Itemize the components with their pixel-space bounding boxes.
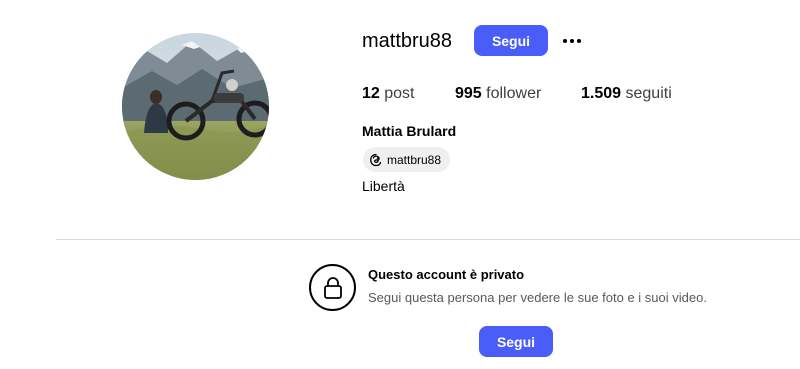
posts-label: post — [384, 85, 415, 102]
follow-button-private[interactable]: Segui — [479, 326, 553, 357]
profile-avatar[interactable] — [122, 33, 269, 180]
more-dot — [577, 39, 581, 43]
profile-page: mattbru88 Segui 12 post 995 follower 1.5… — [0, 0, 800, 369]
profile-full-name: Mattia Brulard — [362, 123, 457, 139]
followers-count: 995 — [455, 85, 482, 102]
more-dot — [563, 39, 567, 43]
stat-following[interactable]: 1.509 seguiti — [581, 84, 672, 104]
lock-icon — [309, 264, 356, 311]
profile-bio: Libertà — [362, 178, 405, 194]
threads-icon — [370, 153, 382, 166]
more-options-icon[interactable] — [558, 29, 586, 53]
section-divider — [56, 239, 800, 240]
private-account-title: Questo account è privato — [368, 267, 525, 282]
threads-handle: mattbru88 — [387, 152, 442, 167]
followers-label: follower — [486, 85, 542, 102]
threads-link[interactable]: mattbru88 — [363, 147, 451, 172]
more-dot — [570, 39, 574, 43]
follow-button[interactable]: Segui — [474, 25, 548, 56]
lock-glyph — [323, 276, 342, 299]
following-label: seguiti — [625, 85, 672, 102]
following-count: 1.509 — [581, 85, 622, 102]
avatar-photo — [122, 33, 269, 180]
profile-username: mattbru88 — [362, 30, 453, 52]
private-account-subtitle: Segui questa persona per vedere le sue f… — [368, 290, 707, 305]
posts-count: 12 — [362, 85, 380, 102]
stat-posts: 12 post — [362, 84, 415, 104]
stat-followers[interactable]: 995 follower — [455, 84, 541, 104]
